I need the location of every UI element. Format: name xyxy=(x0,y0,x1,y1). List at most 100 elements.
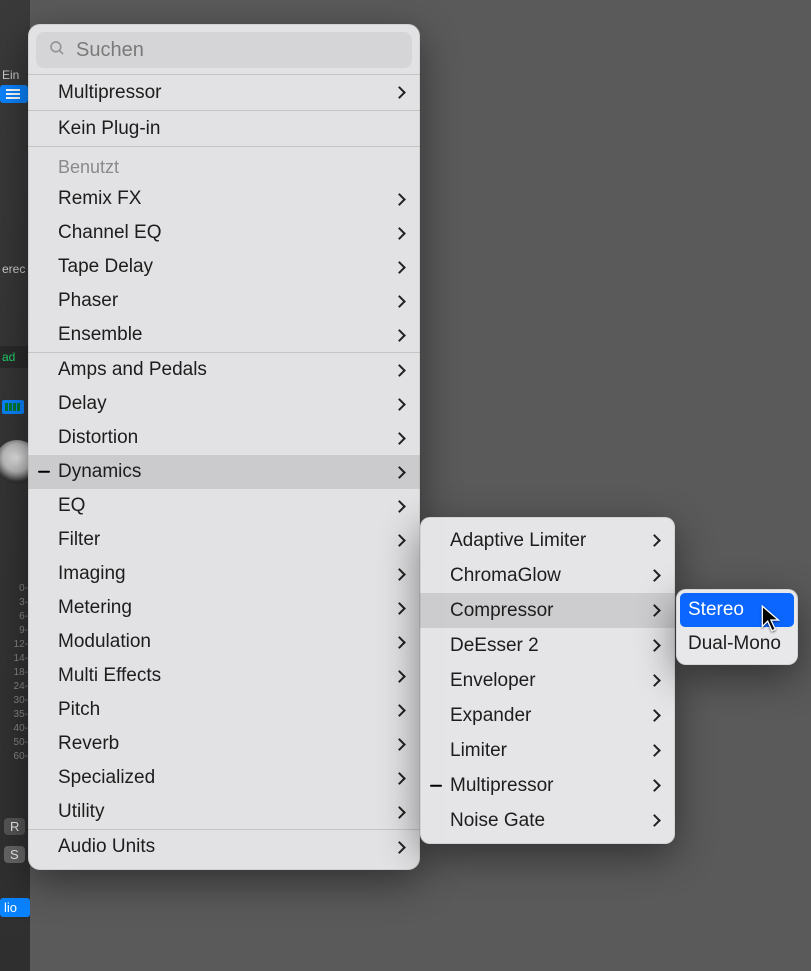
item-label: Filter xyxy=(58,529,395,551)
submenu-item-noise-gate[interactable]: Noise Gate xyxy=(420,803,675,838)
subsubitem-label: Dual-Mono xyxy=(688,633,786,655)
subitem-label: Compressor xyxy=(450,600,650,622)
bg-label-erec: erec xyxy=(0,258,30,280)
chevron-right-icon xyxy=(393,841,406,854)
dash-indicator-icon xyxy=(430,784,442,786)
chevron-right-icon xyxy=(393,704,406,717)
menu-item-amps-and-pedals[interactable]: Amps and Pedals xyxy=(28,353,420,387)
submenu-compressor-mode: Stereo Dual-Mono xyxy=(676,589,798,665)
item-label: Audio Units xyxy=(58,836,395,858)
menu-item-label: Multipressor xyxy=(58,82,395,104)
submenu-item-multipressor[interactable]: Multipressor xyxy=(420,768,675,803)
menu-item-modulation[interactable]: Modulation xyxy=(28,625,420,659)
chevron-right-icon xyxy=(393,772,406,785)
menu-item-utility[interactable]: Utility xyxy=(28,795,420,829)
submenu-item-chromaglow[interactable]: ChromaGlow xyxy=(420,558,675,593)
menu-item-pitch[interactable]: Pitch xyxy=(28,693,420,727)
chevron-right-icon xyxy=(393,806,406,819)
menu-item-distortion[interactable]: Distortion xyxy=(28,421,420,455)
chevron-right-icon xyxy=(648,639,661,652)
menu-item-phaser[interactable]: Phaser xyxy=(28,284,420,318)
item-label: Delay xyxy=(58,393,395,415)
subitem-label: DeEsser 2 xyxy=(450,635,650,657)
subitem-label: Noise Gate xyxy=(450,810,650,832)
search-input[interactable] xyxy=(76,39,400,62)
mode-option-stereo[interactable]: Stereo xyxy=(680,593,794,627)
menu-item-channel-eq[interactable]: Channel EQ xyxy=(28,216,420,250)
menu-item-remix-fx[interactable]: Remix FX xyxy=(28,182,420,216)
item-label: Multi Effects xyxy=(58,665,395,687)
menu-item-tape-delay[interactable]: Tape Delay xyxy=(28,250,420,284)
bg-label-ad: ad xyxy=(0,346,30,368)
menu-item-eq[interactable]: EQ xyxy=(28,489,420,523)
bg-meter-ticks: 0- 3- 6- 9- 12- 14- 18- 24- 30- 35- 40- … xyxy=(2,582,28,764)
chevron-right-icon xyxy=(648,744,661,757)
chevron-right-icon xyxy=(393,466,406,479)
chevron-right-icon xyxy=(393,432,406,445)
chevron-right-icon xyxy=(648,534,661,547)
item-label: Pitch xyxy=(58,699,395,721)
item-label: EQ xyxy=(58,495,395,517)
chevron-right-icon xyxy=(393,738,406,751)
chevron-right-icon xyxy=(393,261,406,274)
subitem-label: Expander xyxy=(450,705,650,727)
chevron-right-icon xyxy=(393,193,406,206)
chevron-right-icon xyxy=(648,674,661,687)
item-label: Utility xyxy=(58,801,395,823)
menu-item-audio-units[interactable]: Audio Units xyxy=(28,830,420,864)
item-label: Dynamics xyxy=(58,461,395,483)
chevron-right-icon xyxy=(393,295,406,308)
item-label: Imaging xyxy=(58,563,395,585)
section-title-used: Benutzt xyxy=(28,147,420,182)
submenu-item-deesser-2[interactable]: DeEsser 2 xyxy=(420,628,675,663)
menu-item-dynamics[interactable]: Dynamics xyxy=(28,455,420,489)
chevron-right-icon xyxy=(648,569,661,582)
subsubitem-label: Stereo xyxy=(688,599,786,621)
bg-label-io: lio xyxy=(0,898,30,917)
background-sidebar: Ein erec ad 0- 3- 6- 9- 12- 14- 18- 24- … xyxy=(0,0,30,971)
submenu-item-limiter[interactable]: Limiter xyxy=(420,733,675,768)
submenu-item-adaptive-limiter[interactable]: Adaptive Limiter xyxy=(420,523,675,558)
menu-item-label: Kein Plug-in xyxy=(58,118,406,140)
submenu-item-expander[interactable]: Expander xyxy=(420,698,675,733)
menu-item-specialized[interactable]: Specialized xyxy=(28,761,420,795)
plugin-menu: Multipressor Kein Plug-in Benutzt Remix … xyxy=(28,24,420,870)
menu-item-metering[interactable]: Metering xyxy=(28,591,420,625)
subitem-label: Enveloper xyxy=(450,670,650,692)
menu-item-delay[interactable]: Delay xyxy=(28,387,420,421)
item-label: Amps and Pedals xyxy=(58,359,395,381)
chevron-right-icon xyxy=(393,86,406,99)
chevron-right-icon xyxy=(393,398,406,411)
menu-item-filter[interactable]: Filter xyxy=(28,523,420,557)
menu-item-reverb[interactable]: Reverb xyxy=(28,727,420,761)
chevron-right-icon xyxy=(393,568,406,581)
menu-item-multi-effects[interactable]: Multi Effects xyxy=(28,659,420,693)
search-field[interactable] xyxy=(36,32,412,68)
chevron-right-icon xyxy=(393,329,406,342)
submenu-item-enveloper[interactable]: Enveloper xyxy=(420,663,675,698)
item-label: Metering xyxy=(58,597,395,619)
submenu-item-compressor[interactable]: Compressor xyxy=(420,593,675,628)
chevron-right-icon xyxy=(393,670,406,683)
chevron-right-icon xyxy=(648,604,661,617)
menu-item-imaging[interactable]: Imaging xyxy=(28,557,420,591)
item-label: Distortion xyxy=(58,427,395,449)
subitem-label: ChromaGlow xyxy=(450,565,650,587)
mode-option-dual-mono[interactable]: Dual-Mono xyxy=(676,627,798,661)
item-label: Specialized xyxy=(58,767,395,789)
chevron-right-icon xyxy=(393,227,406,240)
item-label: Remix FX xyxy=(58,188,395,210)
item-label: Tape Delay xyxy=(58,256,395,278)
subitem-label: Limiter xyxy=(450,740,650,762)
menu-item-no-plugin[interactable]: Kein Plug-in xyxy=(28,111,420,146)
chevron-right-icon xyxy=(393,500,406,513)
chevron-right-icon xyxy=(393,602,406,615)
menu-item-ensemble[interactable]: Ensemble xyxy=(28,318,420,352)
subitem-label: Adaptive Limiter xyxy=(450,530,650,552)
bg-button-r: R xyxy=(4,818,25,835)
bg-knob xyxy=(0,440,30,484)
chevron-right-icon xyxy=(648,779,661,792)
chevron-right-icon xyxy=(393,636,406,649)
menu-item-multipressor[interactable]: Multipressor xyxy=(28,75,420,110)
item-label: Channel EQ xyxy=(58,222,395,244)
